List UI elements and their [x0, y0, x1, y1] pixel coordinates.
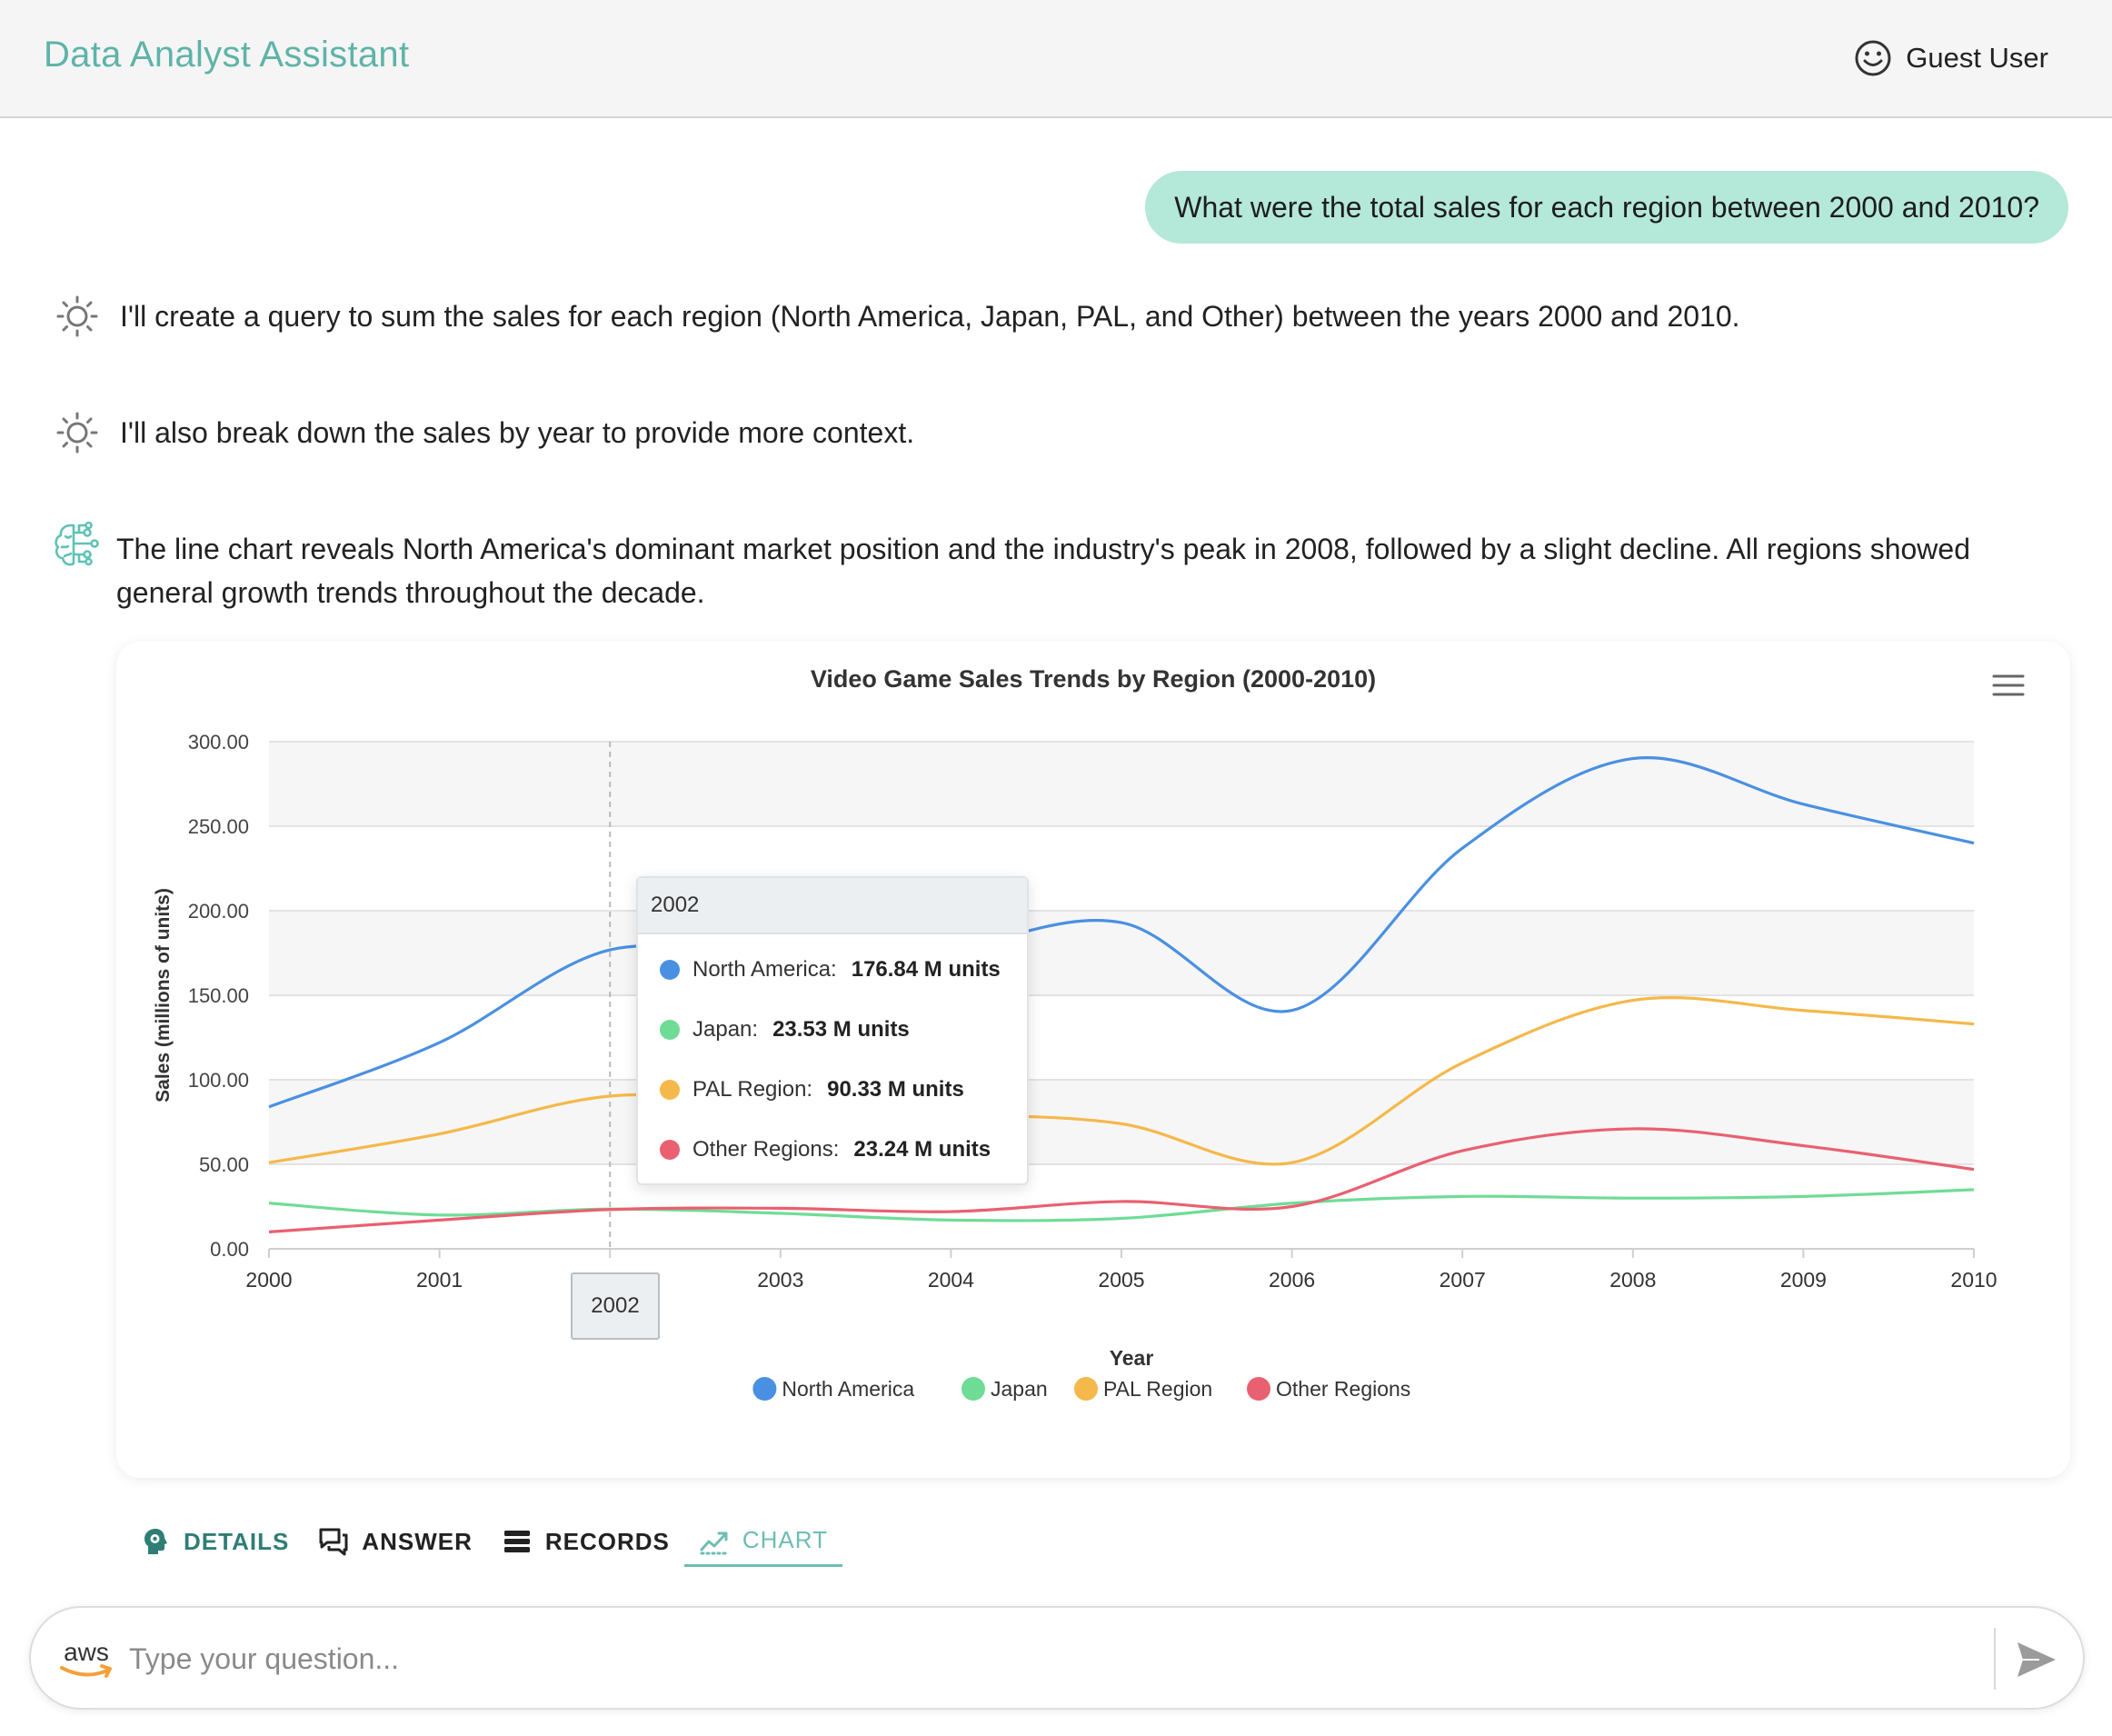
y-axis-title: Sales (millions of units) — [153, 888, 174, 1102]
user-menu[interactable]: Guest User — [1853, 38, 2048, 78]
x-tick-label: 2007 — [1440, 1268, 1486, 1292]
tab-answer[interactable]: ANSWER — [304, 1516, 487, 1567]
x-tick-label: 2004 — [928, 1268, 974, 1292]
input-divider — [1994, 1628, 1996, 1690]
tooltip-series-name: Other Regions: — [692, 1137, 840, 1162]
tooltip-row-pal-region: PAL Region: 90.33 M units — [638, 1060, 1027, 1120]
brain-gear-icon — [144, 1529, 167, 1554]
tooltip-row-japan: Japan: 23.53 M units — [638, 1000, 1027, 1060]
tooltip-row-other-regions: Other Regions: 23.24 M units — [638, 1120, 1027, 1180]
tooltip-series-name: Japan: — [692, 1017, 759, 1042]
x-tick-label: 2006 — [1269, 1268, 1315, 1292]
y-tick-label: 200.00 — [188, 900, 249, 923]
send-button[interactable] — [2016, 1641, 2057, 1679]
app: Data Analyst Assistant Guest User What w… — [0, 0, 2112, 1736]
other-regions-dot — [660, 1140, 680, 1160]
legend-marker-japan — [961, 1377, 985, 1401]
thought-text: I'll also break down the sales by year t… — [120, 415, 915, 449]
trend-chart-icon — [700, 1531, 729, 1554]
y-tick-label: 0.00 — [210, 1238, 249, 1261]
brain-circuit-icon — [55, 521, 99, 566]
north-america-dot — [660, 960, 680, 980]
tab-label: DETAILS — [184, 1527, 290, 1555]
tooltip-series-value: 176.84 M units — [851, 957, 1001, 982]
tooltip-series-value: 90.33 M units — [827, 1077, 964, 1102]
legend-marker-pal-region — [1074, 1377, 1098, 1401]
smiley-face-icon — [1855, 40, 1891, 76]
sun-icon — [56, 295, 98, 337]
legend-marker-other-regions — [1247, 1377, 1270, 1401]
header: Data Analyst Assistant Guest User — [0, 0, 2112, 118]
thought-step: I'll create a query to sum the sales for… — [55, 293, 1740, 340]
x-tick-label: 2008 — [1609, 1268, 1656, 1292]
chat-bubbles-icon — [319, 1528, 348, 1556]
chart-card: 0.00 50.00 100.00 150.00 200.00 250.00 300.00 2… — [116, 642, 2070, 1478]
pal-region-dot — [660, 1080, 680, 1100]
list-icon — [503, 1531, 530, 1552]
thought-text: I'll create a query to sum the sales for… — [120, 299, 1740, 333]
tab-label: CHART — [742, 1526, 828, 1553]
y-tick-label: 150.00 — [188, 984, 249, 1007]
aws-logo: aws — [60, 1638, 112, 1678]
tab-records[interactable]: RECORDS — [487, 1516, 684, 1567]
x-tick-label: 2010 — [1950, 1268, 1997, 1292]
legend-label-other-regions: Other Regions — [1276, 1377, 1410, 1401]
user-question-bubble: What were the total sales for each regio… — [1145, 171, 2068, 244]
x-tick-label: 2000 — [245, 1268, 292, 1292]
chart-title: Video Game Sales Trends by Region (2000-… — [811, 665, 1376, 693]
sun-icon — [56, 412, 98, 454]
result-tabs: DETAILS ANSWER RECORDS CHART — [125, 1516, 842, 1571]
tab-chart[interactable]: CHART — [683, 1516, 842, 1567]
hamburger-menu-icon[interactable] — [1990, 669, 2027, 702]
tab-label: ANSWER — [362, 1527, 473, 1555]
x-tick-label: 2005 — [1098, 1268, 1144, 1292]
tooltip-series-name: PAL Region: — [692, 1077, 813, 1102]
x-tick-label: 2001 — [416, 1268, 463, 1292]
tooltip-series-value: 23.53 M units — [772, 1017, 910, 1042]
japan-dot — [660, 1020, 680, 1040]
legend-label-japan: Japan — [991, 1377, 1048, 1401]
chart-tooltip: 2002 North America: 176.84 M units Japan… — [636, 876, 1029, 1185]
x-axis-title: Year — [1110, 1346, 1154, 1370]
tooltip-title: 2002 — [638, 878, 1027, 934]
tooltip-row-north-america: North America: 176.84 M units — [638, 940, 1027, 1000]
y-tick-label: 100.00 — [188, 1069, 249, 1092]
legend-label-pal-region: PAL Region — [1103, 1377, 1212, 1401]
hovered-x-label: 2002 — [571, 1272, 660, 1340]
line-chart[interactable]: 0.00 50.00 100.00 150.00 200.00 250.00 300.00 2… — [116, 642, 2070, 1478]
legend-label-north-america: North America — [782, 1377, 914, 1401]
series-line-japan — [268, 1188, 1975, 1222]
x-tick-label: 2003 — [757, 1268, 803, 1292]
y-tick-label: 250.00 — [188, 815, 249, 838]
user-name: Guest User — [1906, 42, 2048, 74]
aws-logo-text: aws — [64, 1638, 109, 1666]
grid-band — [269, 742, 1974, 826]
y-tick-label: 50.00 — [199, 1153, 249, 1176]
app-title: Data Analyst Assistant — [44, 35, 410, 75]
question-input-bar: aws — [29, 1606, 2085, 1710]
x-tick-label: 2009 — [1780, 1268, 1827, 1292]
tab-label: RECORDS — [544, 1527, 670, 1555]
thought-step: I'll also break down the sales by year t… — [55, 409, 914, 456]
answer-text: The line chart reveals North America's d… — [116, 533, 1970, 609]
tooltip-series-value: 23.24 M units — [853, 1137, 991, 1162]
y-tick-label: 300.00 — [188, 731, 249, 753]
legend-marker-north-america — [752, 1377, 777, 1401]
grid-band — [269, 1080, 1974, 1164]
question-input[interactable] — [129, 1626, 1947, 1691]
tab-details[interactable]: DETAILS — [125, 1516, 304, 1567]
tooltip-series-name: North America: — [692, 957, 837, 982]
